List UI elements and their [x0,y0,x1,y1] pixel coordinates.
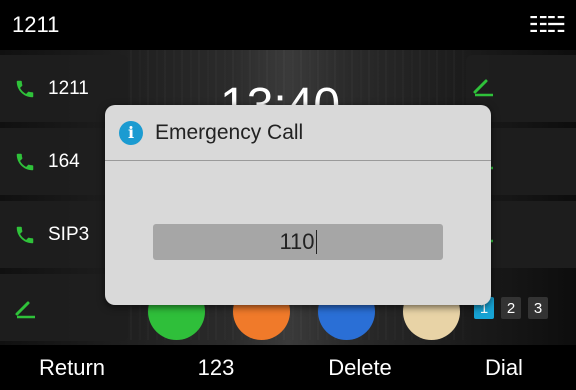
phone-screen: 1211 ☷☵ 1211 164 SIP3 1 2 3 Return 123 D… [0,0,576,390]
phone-icon [14,151,40,173]
line-key-label: SIP3 [48,223,90,245]
phone-icon [14,224,40,246]
emergency-number: 110 [279,229,315,254]
emergency-call-dialog: i Emergency Call 110 [105,105,491,305]
dialog-header: i Emergency Call [105,105,491,161]
page-2[interactable]: 2 [501,297,521,319]
dial-button[interactable]: Dial [432,345,576,390]
input-mode-button[interactable]: 123 [144,345,288,390]
dialog-title: Emergency Call [155,120,304,144]
line-key-label: 164 [48,150,80,172]
info-icon: i [119,120,143,145]
text-caret [315,230,317,254]
account-name: 1211 [12,12,60,37]
status-bar: 1211 ☷☵ [0,0,576,50]
delete-button[interactable]: Delete [288,345,432,390]
page-3[interactable]: 3 [528,297,548,319]
edit-icon [472,75,496,102]
phone-icon [14,78,40,100]
softkey-bar: Return 123 Delete Dial [0,345,576,390]
emergency-number-field[interactable]: 110 [153,224,443,260]
return-button[interactable]: Return [0,345,144,390]
network-icon: ☷☵ [528,12,566,38]
edit-icon [14,297,40,319]
line-key-label: 1211 [48,77,89,99]
